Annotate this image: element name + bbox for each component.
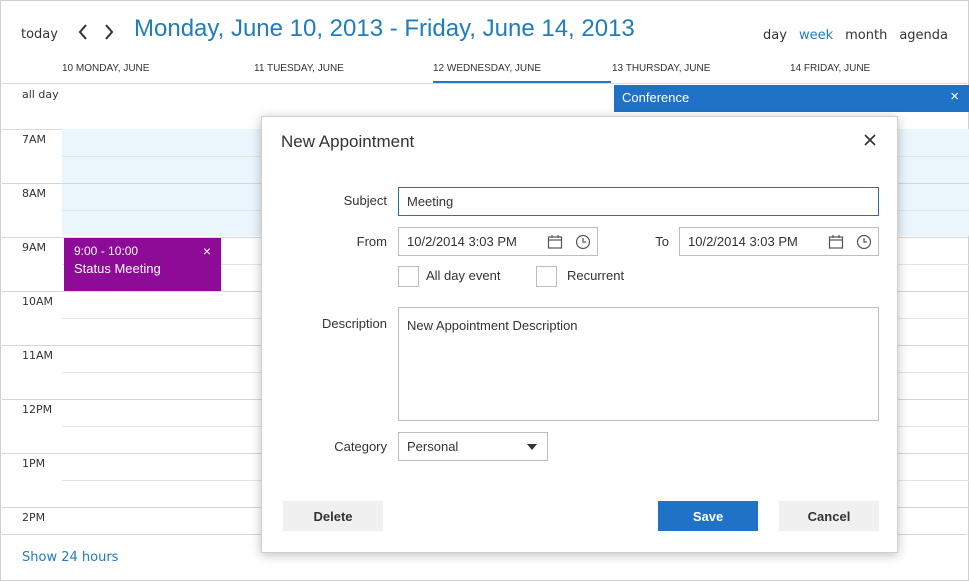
clock-icon[interactable] [575,234,591,250]
calendar-icon[interactable] [828,234,844,250]
recurrent-checkbox-label: Recurrent [567,268,625,283]
close-icon[interactable] [861,131,879,149]
conference-title: Conference [622,90,690,105]
hour-label: 9AM [22,241,47,254]
dialog-title: New Appointment [281,132,415,151]
new-appointment-dialog: New Appointment Subject Meeting From 10/… [261,116,898,553]
view-agenda[interactable]: agenda [899,28,948,43]
subject-label: Subject [343,193,387,208]
view-month[interactable]: month [845,28,887,43]
today-button[interactable]: today [21,27,58,42]
day-header-friday[interactable]: 14 FRIDAY, JUNE [790,63,966,83]
day-header-wednesday[interactable]: 12 WEDNESDAY, JUNE [433,63,611,83]
event-close-icon[interactable]: × [203,243,211,259]
from-value: 10/2/2014 3:03 PM [407,234,517,249]
to-value: 10/2/2014 3:03 PM [688,234,798,249]
delete-button[interactable]: Delete [283,501,383,531]
event-time: 9:00 - 10:00 [74,244,139,258]
allday-checkbox-label: All day event [426,268,501,283]
recurrent-checkbox[interactable] [536,266,557,287]
day-header-thursday[interactable]: 13 THURSDAY, JUNE [612,63,788,83]
cancel-button[interactable]: Cancel [779,501,879,531]
description-textarea[interactable]: New Appointment Description [398,307,879,421]
day-headers: 10 MONDAY, JUNE 11 TUESDAY, JUNE 12 WEDN… [62,63,969,83]
hour-label: 7AM [22,133,47,146]
hour-label: 2PM [22,511,46,524]
chevron-down-icon [527,444,537,450]
save-button[interactable]: Save [658,501,758,531]
subject-input[interactable]: Meeting [398,187,879,216]
previous-chevron-icon[interactable] [75,21,91,43]
hour-label: 1PM [22,457,46,470]
category-value: Personal [407,439,459,454]
next-chevron-icon[interactable] [101,21,117,43]
view-switcher: day week month agenda [763,28,948,43]
view-day[interactable]: day [763,28,787,43]
date-range-title: Monday, June 10, 2013 - Friday, June 14,… [134,15,635,42]
view-week[interactable]: week [799,28,833,43]
category-label: Category [334,439,387,454]
to-datetime-input[interactable]: 10/2/2014 3:03 PM [679,227,879,256]
allday-label: all day [22,88,59,101]
scheduler: today Monday, June 10, 2013 - Friday, Ju… [0,0,969,581]
hour-label: 8AM [22,187,47,200]
allday-event-conference[interactable]: Conference × [614,85,969,112]
header-divider [2,83,967,84]
allday-checkbox[interactable] [398,266,419,287]
show-24-hours-link[interactable]: Show 24 hours [22,550,118,565]
clock-icon[interactable] [856,234,872,250]
event-status-meeting[interactable]: 9:00 - 10:00 Status Meeting × [64,238,221,291]
hour-label: 11AM [22,349,54,362]
hour-label: 12PM [22,403,53,416]
from-datetime-input[interactable]: 10/2/2014 3:03 PM [398,227,598,256]
to-label: To [655,234,669,249]
event-title: Status Meeting [74,261,161,276]
conference-close-icon[interactable]: × [950,88,959,105]
category-select[interactable]: Personal [398,432,548,461]
description-label: Description [321,316,387,331]
day-header-tuesday[interactable]: 11 TUESDAY, JUNE [254,63,430,83]
from-label: From [356,234,387,249]
day-header-monday[interactable]: 10 MONDAY, JUNE [62,63,238,83]
calendar-icon[interactable] [547,234,563,250]
hour-label: 10AM [22,295,54,308]
